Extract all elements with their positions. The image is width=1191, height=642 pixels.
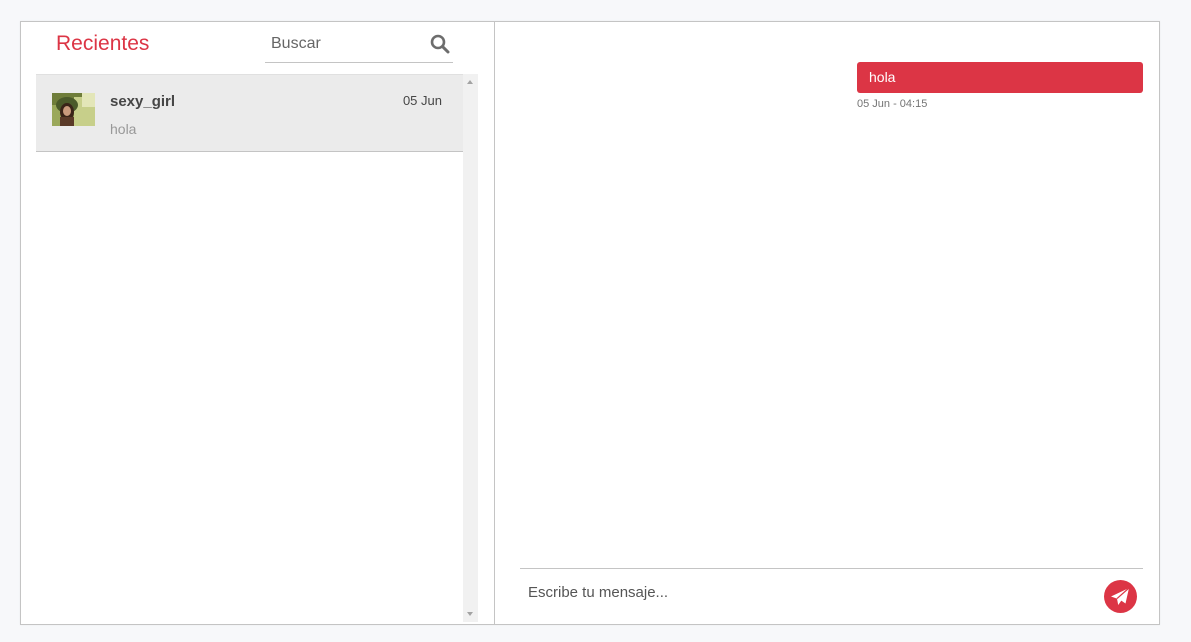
conversation-panel: hola 05 Jun - 04:15 xyxy=(495,22,1159,624)
message-input[interactable] xyxy=(528,584,1088,601)
message-timestamp: 05 Jun - 04:15 xyxy=(857,98,928,110)
inbox-sidebar: Recientes Buscar sexy_girl 05 Jun hola xyxy=(21,22,495,624)
paper-plane-icon xyxy=(1111,587,1130,605)
message-composer xyxy=(520,568,1143,624)
sidebar-header: Recientes xyxy=(21,22,494,74)
outgoing-message: hola 05 Jun - 04:15 xyxy=(857,62,1143,110)
chat-list-container: sexy_girl 05 Jun hola xyxy=(36,74,478,622)
search-button[interactable] xyxy=(429,34,451,56)
search-input[interactable] xyxy=(271,35,421,53)
messaging-window: Recientes Buscar sexy_girl 05 Jun hola h… xyxy=(20,21,1160,625)
send-button[interactable] xyxy=(1104,580,1137,613)
search-icon xyxy=(430,34,450,54)
recent-heading: Recientes xyxy=(56,32,150,55)
sent-message-bubble: hola xyxy=(857,62,1143,93)
scroll-down-arrow[interactable] xyxy=(467,612,473,616)
message-history: hola 05 Jun - 04:15 xyxy=(520,22,1143,568)
chat-list-scrollbar[interactable] xyxy=(463,74,478,622)
chat-date: 05 Jun xyxy=(402,93,442,108)
search-bar xyxy=(265,32,453,63)
chat-contact-name: sexy_girl xyxy=(110,93,176,110)
chat-list-item[interactable]: sexy_girl 05 Jun hola xyxy=(36,74,463,152)
chat-list-area: sexy_girl 05 Jun hola xyxy=(36,74,463,622)
chat-preview: hola xyxy=(110,121,137,137)
avatar xyxy=(52,93,95,126)
scroll-up-arrow[interactable] xyxy=(467,80,473,84)
